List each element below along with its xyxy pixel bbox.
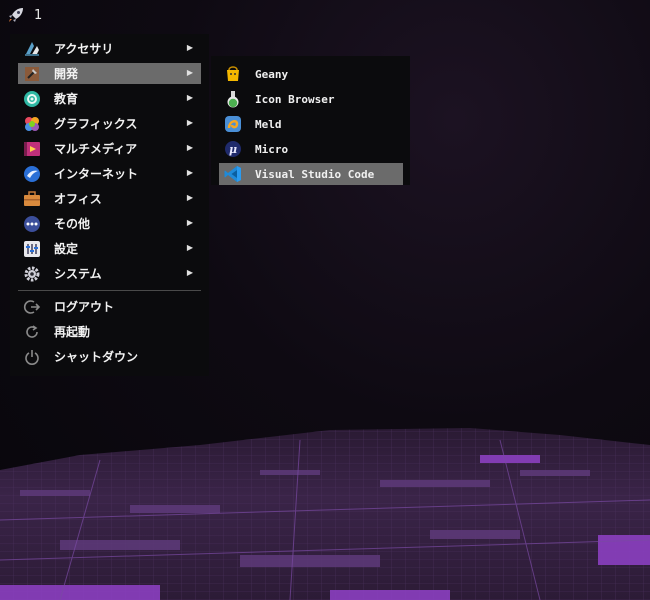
menu-item-office[interactable]: オフィス ▶ xyxy=(18,188,201,209)
workspace-indicator[interactable]: 1 xyxy=(34,8,42,23)
submenu-arrow-icon: ▶ xyxy=(186,43,193,52)
vscode-icon xyxy=(223,164,243,184)
reboot-icon xyxy=(22,322,42,342)
micro-icon: μ xyxy=(223,139,243,159)
submenu-arrow-icon: ▶ xyxy=(186,143,193,152)
more-icon xyxy=(22,214,42,234)
submenu-item-meld[interactable]: Meld xyxy=(219,113,403,135)
development-submenu: Geany Icon Browser Meld μ Micro Visual S… xyxy=(211,56,410,185)
power-icon xyxy=(22,347,42,367)
rocket-icon[interactable] xyxy=(6,5,26,25)
submenu-arrow-icon: ▶ xyxy=(186,118,193,127)
menu-item-system[interactable]: システム ▶ xyxy=(18,263,201,284)
submenu-arrow-icon: ▶ xyxy=(186,168,193,177)
internet-icon xyxy=(22,164,42,184)
menu-item-other[interactable]: その他 ▶ xyxy=(18,213,201,234)
submenu-arrow-icon: ▶ xyxy=(186,93,193,102)
menu-separator xyxy=(18,290,201,291)
submenu-item-icon-browser[interactable]: Icon Browser xyxy=(219,88,403,110)
menu-item-development[interactable]: 開発 ▶ xyxy=(18,63,201,84)
meld-icon xyxy=(223,114,243,134)
submenu-arrow-icon: ▶ xyxy=(186,68,193,77)
menu-item-settings[interactable]: 設定 ▶ xyxy=(18,238,201,259)
menu-item-accessories[interactable]: アクセサリ ▶ xyxy=(18,38,201,59)
education-icon xyxy=(22,89,42,109)
top-panel: 1 xyxy=(0,0,650,30)
accessories-icon xyxy=(22,39,42,59)
icon-browser-icon xyxy=(223,89,243,109)
development-icon xyxy=(22,64,42,84)
menu-item-education[interactable]: 教育 ▶ xyxy=(18,88,201,109)
menu-item-reboot[interactable]: 再起動 xyxy=(18,321,201,342)
submenu-arrow-icon: ▶ xyxy=(186,243,193,252)
gear-icon xyxy=(22,264,42,284)
multimedia-icon xyxy=(22,139,42,159)
graphics-icon xyxy=(22,114,42,134)
submenu-arrow-icon: ▶ xyxy=(186,218,193,227)
svg-text:μ: μ xyxy=(229,143,237,156)
submenu-arrow-icon: ▶ xyxy=(186,268,193,277)
submenu-item-geany[interactable]: Geany xyxy=(219,63,403,85)
menu-item-logout[interactable]: ログアウト xyxy=(18,296,201,317)
menu-item-graphics[interactable]: グラフィックス ▶ xyxy=(18,113,201,134)
menu-item-shutdown[interactable]: シャットダウン xyxy=(18,346,201,367)
settings-icon xyxy=(22,239,42,259)
briefcase-icon xyxy=(22,189,42,209)
submenu-item-vscode[interactable]: Visual Studio Code xyxy=(219,163,403,185)
submenu-arrow-icon: ▶ xyxy=(186,193,193,202)
menu-item-multimedia[interactable]: マルチメディア ▶ xyxy=(18,138,201,159)
logout-icon xyxy=(22,297,42,317)
submenu-item-micro[interactable]: μ Micro xyxy=(219,138,403,160)
geany-icon xyxy=(223,64,243,84)
main-menu: アクセサリ ▶ 開発 ▶ 教育 ▶ グラフィックス ▶ マルチメディア ▶ イン… xyxy=(10,34,209,376)
menu-item-internet[interactable]: インターネット ▶ xyxy=(18,163,201,184)
